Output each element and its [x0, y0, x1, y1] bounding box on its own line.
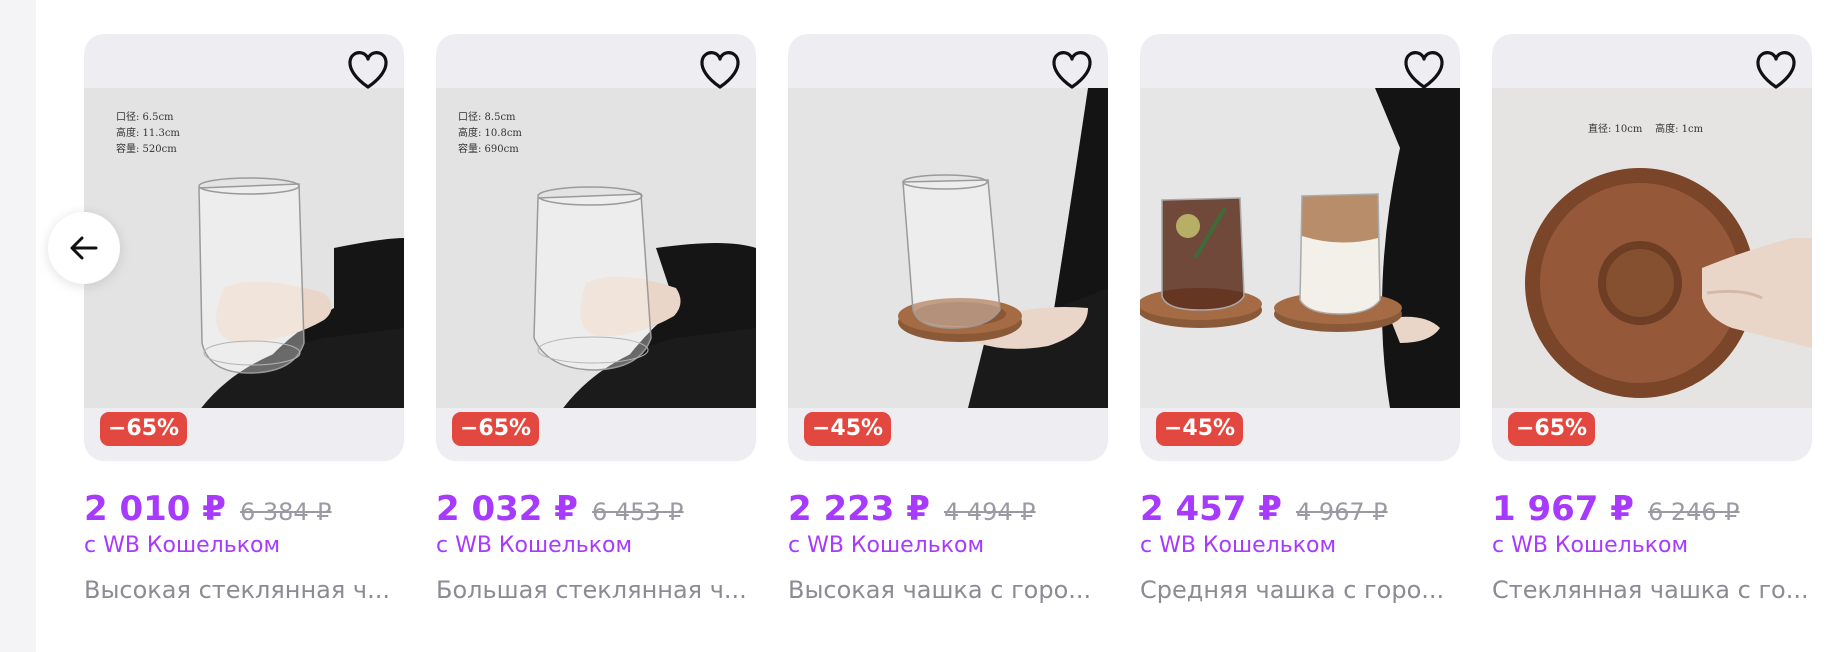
current-price: 2 457 ₽	[1140, 489, 1282, 529]
product-card[interactable]: −45% 2 457 ₽ 4 967 ₽ с WB Кошельком Сред…	[1140, 34, 1460, 604]
old-price: 4 967 ₽	[1295, 498, 1388, 526]
product-photo[interactable]: 口径: 6.5cm 高度: 11.3cm 容量: 520cm	[84, 88, 404, 408]
arrow-left-icon	[70, 236, 98, 260]
favorite-heart-icon[interactable]	[1402, 50, 1446, 90]
wallet-price-note: с WB Кошельком	[788, 533, 985, 558]
favorite-heart-icon[interactable]	[1754, 50, 1798, 90]
price-row: 2 223 ₽ 4 494 ₽	[788, 489, 1108, 529]
current-price: 2 032 ₽	[436, 489, 578, 529]
product-image-container[interactable]: 口径: 8.5cm 高度: 10.8cm 容量: 690cm −65%	[436, 34, 756, 461]
product-title[interactable]: Большая стеклянная ч...	[436, 576, 756, 604]
product-image-container[interactable]: −45%	[788, 34, 1108, 461]
wallet-price-note: с WB Кошельком	[1492, 533, 1689, 558]
product-photo-caption: 口径: 6.5cm 高度: 11.3cm 容量: 520cm	[116, 112, 180, 155]
product-photo[interactable]: 口径: 8.5cm 高度: 10.8cm 容量: 690cm	[436, 88, 756, 408]
product-card[interactable]: 口径: 6.5cm 高度: 11.3cm 容量: 520cm −65% 2 01…	[84, 34, 404, 604]
product-card[interactable]: −45% 2 223 ₽ 4 494 ₽ с WB Кошельком Высо…	[788, 34, 1108, 604]
product-title[interactable]: Высокая стеклянная ч...	[84, 576, 404, 604]
product-photo[interactable]	[788, 88, 1108, 408]
current-price: 2 223 ₽	[788, 489, 930, 529]
old-price: 4 494 ₽	[943, 498, 1036, 526]
product-card[interactable]: 口径: 8.5cm 高度: 10.8cm 容量: 690cm −65% 2 03…	[436, 34, 756, 604]
discount-badge: −65%	[452, 412, 540, 446]
product-image-container[interactable]: −45%	[1140, 34, 1460, 461]
wallet-price-note: с WB Кошельком	[436, 533, 633, 558]
price-row: 2 010 ₽ 6 384 ₽	[84, 489, 404, 529]
price-row: 2 457 ₽ 4 967 ₽	[1140, 489, 1460, 529]
product-title[interactable]: Средняя чашка с горо...	[1140, 576, 1460, 604]
wallet-price-note: с WB Кошельком	[1140, 533, 1337, 558]
product-photo[interactable]	[1140, 88, 1460, 408]
current-price: 1 967 ₽	[1492, 489, 1634, 529]
discount-badge: −45%	[804, 412, 892, 446]
product-image-container[interactable]: 直径: 10cm 高度: 1cm −65%	[1492, 34, 1812, 461]
product-title[interactable]: Высокая чашка с горо...	[788, 576, 1108, 604]
product-photo-caption: 口径: 8.5cm 高度: 10.8cm 容量: 690cm	[458, 112, 522, 155]
product-carousel: 口径: 6.5cm 高度: 11.3cm 容量: 520cm −65% 2 01…	[0, 0, 1830, 652]
product-card[interactable]: 直径: 10cm 高度: 1cm −65% 1 967 ₽ 6 246 ₽ с …	[1492, 34, 1812, 604]
old-price: 6 246 ₽	[1647, 498, 1740, 526]
product-photo[interactable]: 直径: 10cm 高度: 1cm	[1492, 88, 1812, 408]
current-price: 2 010 ₽	[84, 489, 226, 529]
wallet-price-note: с WB Кошельком	[84, 533, 281, 558]
price-row: 1 967 ₽ 6 246 ₽	[1492, 489, 1812, 529]
product-photo-caption: 直径: 10cm 高度: 1cm	[1588, 124, 1704, 135]
product-title[interactable]: Стеклянная чашка с го...	[1492, 576, 1812, 604]
product-image-container[interactable]: 口径: 6.5cm 高度: 11.3cm 容量: 520cm −65%	[84, 34, 404, 461]
discount-badge: −45%	[1156, 412, 1244, 446]
discount-badge: −65%	[1508, 412, 1596, 446]
favorite-heart-icon[interactable]	[698, 50, 742, 90]
price-row: 2 032 ₽ 6 453 ₽	[436, 489, 756, 529]
old-price: 6 453 ₽	[591, 498, 684, 526]
discount-badge: −65%	[100, 412, 188, 446]
carousel-prev-button[interactable]	[48, 212, 120, 284]
old-price: 6 384 ₽	[239, 498, 332, 526]
favorite-heart-icon[interactable]	[346, 50, 390, 90]
favorite-heart-icon[interactable]	[1050, 50, 1094, 90]
